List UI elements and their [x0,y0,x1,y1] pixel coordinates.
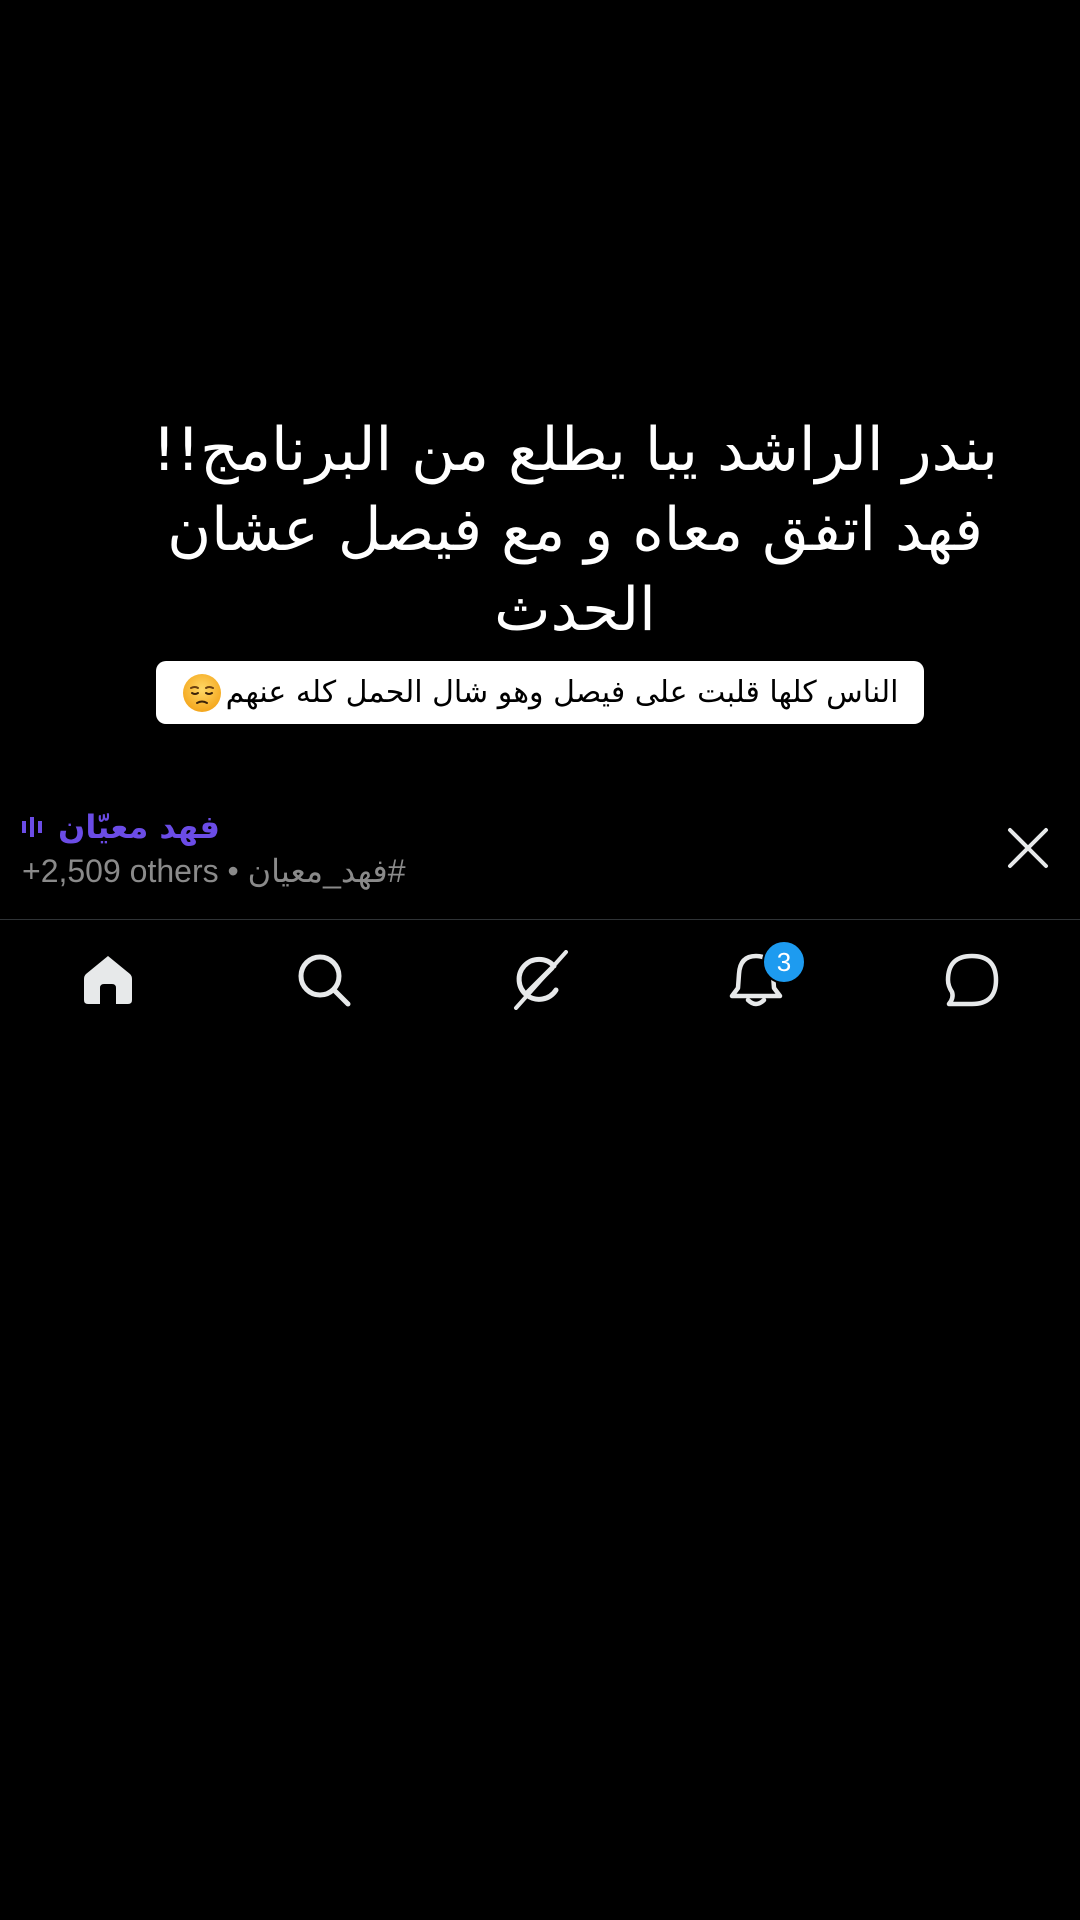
tab-notifications[interactable]: 3 [696,920,816,1040]
pensive-face-icon [182,673,221,712]
tab-home[interactable] [48,920,168,1040]
post-headline: بندر الراشد يبا يطلع من البرنامج!! فهد ا… [152,415,998,645]
tab-grok[interactable] [480,920,600,1040]
search-icon [298,954,351,1007]
notification-badge: 3 [762,940,806,984]
caption-text: الناس كلها قلبت على فيصل وهو شال الحمل ك… [225,675,899,710]
separator-dot: • [227,853,239,889]
chat-bubble-icon [945,953,999,1007]
grok-icon [514,950,568,1010]
now-playing-bar[interactable]: فهد معيّان +2,509 others • #فهد_معيان [0,800,1080,918]
bottom-tab-bar: 3 [0,920,1080,1040]
close-icon[interactable] [1006,826,1050,870]
others-count: +2,509 others [22,853,219,889]
now-playing-title: فهد معيّان [58,808,220,846]
audio-equalizer-icon [22,817,42,837]
hashtag-link[interactable]: #فهد_معيان [248,853,406,889]
tab-messages[interactable] [912,920,1032,1040]
tab-search[interactable] [264,920,384,1040]
home-icon [84,956,132,1004]
now-playing-title-row: فهد معيّان [22,808,220,846]
now-playing-subtitle: +2,509 others • #فهد_معيان [22,852,406,890]
video-stage[interactable]: بندر الراشد يبا يطلع من البرنامج!! فهد ا… [0,0,1080,900]
caption-box: الناس كلها قلبت على فيصل وهو شال الحمل ك… [156,661,924,724]
